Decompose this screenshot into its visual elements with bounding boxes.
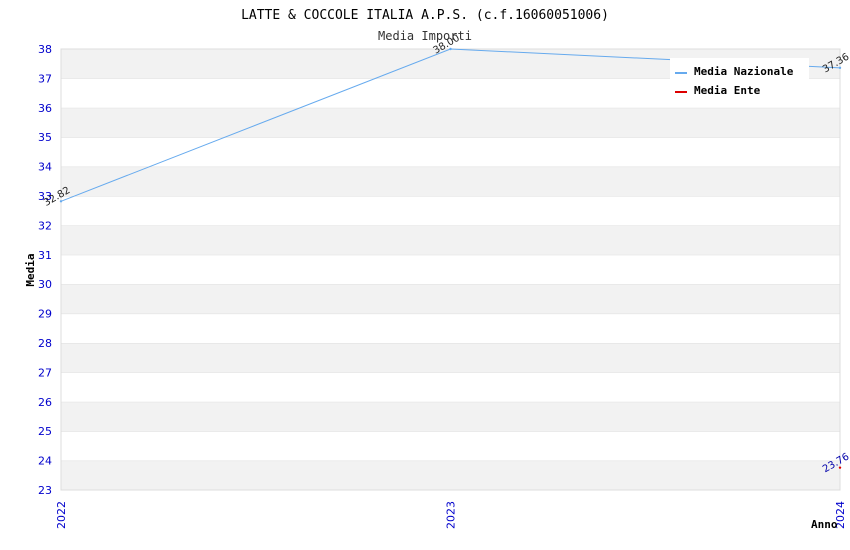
grid-band [61, 284, 840, 314]
y-tick-label: 24 [38, 455, 52, 468]
grid-band [61, 431, 840, 461]
grid-band [61, 343, 840, 373]
y-tick-label: 23 [38, 484, 52, 497]
y-tick-label: 25 [38, 425, 52, 438]
legend: Media Nazionale Media Ente [670, 58, 809, 102]
grid-band [61, 137, 840, 167]
y-tick-label: 32 [38, 219, 52, 232]
legend-label-media-nazionale: Media Nazionale [694, 65, 794, 78]
chart-subtitle: Media Importi [378, 29, 472, 43]
grid-band [61, 372, 840, 402]
y-tick-label: 26 [38, 396, 52, 409]
x-tick-label: 2023 [445, 501, 458, 529]
grid-band [61, 313, 840, 343]
y-tick-label: 36 [38, 102, 52, 115]
y-tick-label: 34 [38, 161, 52, 174]
grid-band [61, 254, 840, 285]
y-tick-label: 28 [38, 337, 52, 350]
y-tick-label: 38 [38, 43, 52, 56]
y-tick-label: 37 [38, 72, 52, 85]
grid-band [61, 196, 840, 226]
grid-band [61, 166, 840, 196]
chart-title: LATTE & COCCOLE ITALIA A.P.S. (c.f.16060… [241, 8, 609, 23]
y-axis-ticks: 23242526272829303132333435363738 [38, 43, 52, 497]
y-tick-label: 27 [38, 366, 52, 379]
grid-band [61, 225, 840, 255]
y-tick-label: 30 [38, 278, 52, 291]
y-tick-label: 31 [38, 249, 52, 262]
grid-band [61, 401, 840, 432]
grid-band [61, 460, 840, 490]
x-axis-ticks: 2022 2023 2024 [55, 501, 847, 529]
y-axis-title: Media [24, 253, 37, 286]
grid-bands [61, 48, 840, 490]
legend-label-media-ente: Media Ente [694, 84, 761, 97]
x-axis-title: Anno [811, 518, 838, 531]
x-tick-label: 2022 [55, 501, 68, 529]
grid-band [61, 107, 840, 138]
y-tick-label: 29 [38, 308, 52, 321]
y-tick-label: 35 [38, 131, 52, 144]
line-chart: 23242526272829303132333435363738 2022 202… [24, 8, 850, 531]
